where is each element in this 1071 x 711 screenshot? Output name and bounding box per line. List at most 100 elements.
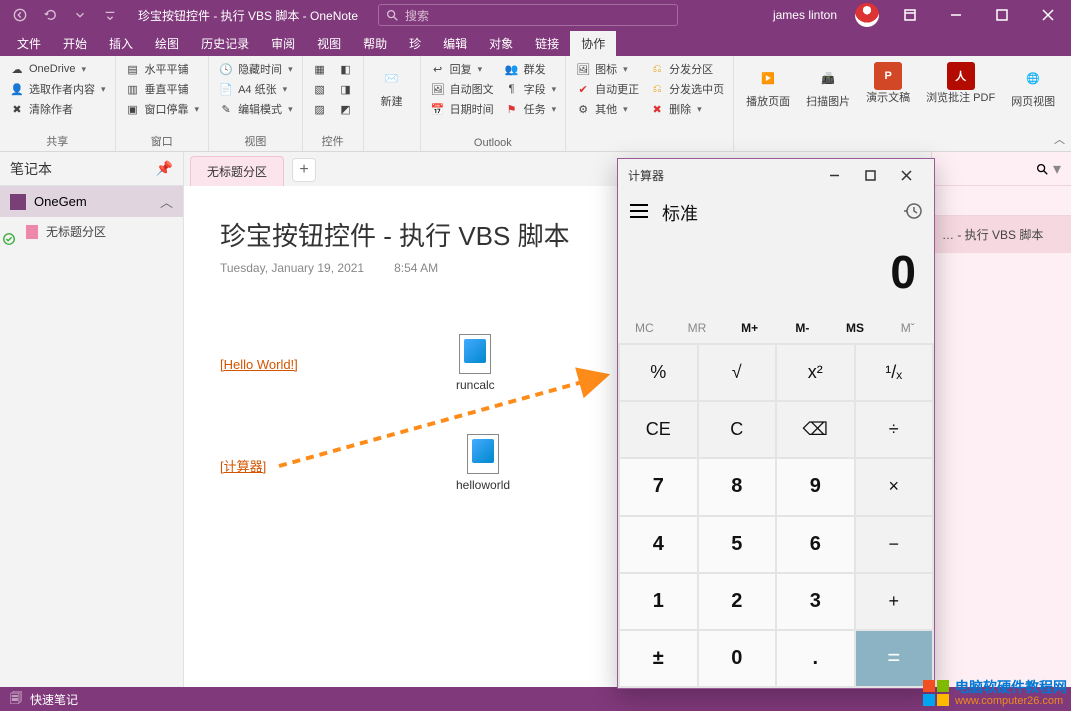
menu-object[interactable]: 对象	[478, 31, 524, 56]
ribbon-edit-mode[interactable]: ✎编辑模式▾	[215, 100, 296, 118]
ribbon-autocorrect[interactable]: ✔自动更正	[572, 80, 642, 98]
calc-ce[interactable]: CE	[620, 402, 697, 457]
menu-help[interactable]: 帮助	[352, 31, 398, 56]
ribbon-autotext[interactable]: 🖼自动图文	[427, 80, 497, 98]
section-item[interactable]: 无标题分区	[0, 217, 183, 246]
ribbon-clear-author[interactable]: ✖清除作者	[6, 100, 109, 118]
quicknotes-icon[interactable]: 🗐	[10, 689, 22, 710]
hamburger-icon[interactable]	[630, 204, 648, 223]
page-time[interactable]: 8:54 AM	[394, 261, 438, 275]
add-page-row[interactable]	[932, 186, 1071, 216]
ribbon-tile-v[interactable]: ▥垂直平铺	[122, 80, 203, 98]
redo-dropdown[interactable]	[68, 3, 92, 27]
ribbon-ctl4[interactable]: ◧	[335, 60, 357, 78]
ribbon-webview[interactable]: 🌐网页视图	[1005, 60, 1061, 135]
calc-divide[interactable]: ÷	[856, 402, 933, 457]
calc-mminus[interactable]: M-	[776, 313, 829, 343]
menu-view[interactable]: 视图	[306, 31, 352, 56]
calc-dot[interactable]: .	[777, 631, 854, 686]
ribbon-mode-button[interactable]	[887, 0, 933, 30]
calc-mc[interactable]: MC	[618, 313, 671, 343]
menu-edit[interactable]: 编辑	[432, 31, 478, 56]
calc-7[interactable]: 7	[620, 459, 697, 514]
calc-2[interactable]: 2	[699, 574, 776, 629]
calc-plus[interactable]: +	[856, 574, 933, 629]
calc-minimize[interactable]	[816, 159, 852, 191]
calc-3[interactable]: 3	[777, 574, 854, 629]
menu-cooperate[interactable]: 协作	[570, 31, 616, 56]
ribbon-a4[interactable]: 📄A4 纸张▾	[215, 80, 296, 98]
calc-equals[interactable]: =	[856, 631, 933, 686]
ribbon-reply[interactable]: ↩回复▾	[427, 60, 497, 78]
calc-negate[interactable]: ±	[620, 631, 697, 686]
ribbon-collapse[interactable]: ︿	[1054, 131, 1065, 147]
ribbon-icon[interactable]: 🖼图标▾	[572, 60, 642, 78]
menu-draw[interactable]: 绘图	[144, 31, 190, 56]
calc-9[interactable]: 9	[777, 459, 854, 514]
notebook-item[interactable]: OneGem ︿	[0, 186, 183, 217]
calc-mlist[interactable]: Mˇ	[881, 313, 934, 343]
pin-icon[interactable]: 📌	[156, 160, 173, 177]
ribbon-select-author[interactable]: 👤选取作者内容▾	[6, 80, 109, 98]
ribbon-other[interactable]: ⚙其他▾	[572, 100, 642, 118]
ribbon-hide-time[interactable]: 🕓隐藏时间▾	[215, 60, 296, 78]
ribbon-datetime[interactable]: 📅日期时间	[427, 100, 497, 118]
ribbon-onedrive[interactable]: ☁OneDrive▾	[6, 60, 109, 78]
ribbon-ctl2[interactable]: ▧	[309, 80, 331, 98]
menu-insert[interactable]: 插入	[98, 31, 144, 56]
ribbon-play-page[interactable]: ▶️播放页面	[740, 60, 796, 135]
page-list-item[interactable]: … - 执行 VBS 脚本	[932, 216, 1071, 253]
calc-6[interactable]: 6	[777, 517, 854, 572]
back-button[interactable]	[8, 3, 32, 27]
calc-c[interactable]: C	[699, 402, 776, 457]
user-name[interactable]: james linton	[763, 8, 847, 22]
page-date[interactable]: Tuesday, January 19, 2021	[220, 261, 364, 275]
calc-percent[interactable]: %	[620, 345, 697, 400]
search-box[interactable]: 搜索	[378, 4, 678, 26]
calc-mr[interactable]: MR	[671, 313, 724, 343]
maximize-button[interactable]	[979, 0, 1025, 30]
link-helloworld[interactable]: [Hello World!]	[220, 357, 298, 372]
file-runcalc[interactable]: runcalc	[456, 334, 495, 392]
menu-review[interactable]: 审阅	[260, 31, 306, 56]
section-tab[interactable]: 无标题分区	[190, 156, 284, 186]
minimize-button[interactable]	[933, 0, 979, 30]
ribbon-task[interactable]: ⚑任务▾	[501, 100, 560, 118]
quicknotes-label[interactable]: 快速笔记	[30, 691, 78, 708]
calc-titlebar[interactable]: 计算器	[618, 159, 934, 191]
calc-mplus[interactable]: M+	[723, 313, 776, 343]
ribbon-delete[interactable]: ✖删除▾	[646, 100, 727, 118]
page-search[interactable]: ▾	[932, 152, 1071, 186]
calc-4[interactable]: 4	[620, 517, 697, 572]
ribbon-scan[interactable]: 📠扫描图片	[800, 60, 856, 135]
ribbon-new[interactable]: ✉️ 新建	[370, 60, 414, 135]
ribbon-ctl6[interactable]: ◩	[335, 100, 357, 118]
menu-home[interactable]: 开始	[52, 31, 98, 56]
calc-ms[interactable]: MS	[829, 313, 882, 343]
menu-history[interactable]: 历史记录	[190, 31, 260, 56]
history-icon[interactable]	[904, 202, 922, 225]
calc-minus[interactable]: −	[856, 517, 933, 572]
calc-1[interactable]: 1	[620, 574, 697, 629]
ribbon-ctl5[interactable]: ◨	[335, 80, 357, 98]
ribbon-field[interactable]: ¶字段▾	[501, 80, 560, 98]
menu-file[interactable]: 文件	[6, 31, 52, 56]
menu-link[interactable]: 链接	[524, 31, 570, 56]
calc-reciprocal[interactable]: ¹/ₓ	[856, 345, 933, 400]
ribbon-bulk[interactable]: 👥群发	[501, 60, 560, 78]
undo-button[interactable]	[38, 3, 62, 27]
ribbon-pdf[interactable]: 人浏览批注 PDF	[920, 60, 1001, 135]
ribbon-tile-h[interactable]: ▤水平平铺	[122, 60, 203, 78]
calc-close[interactable]	[888, 159, 924, 191]
close-button[interactable]	[1025, 0, 1071, 30]
file-helloworld[interactable]: helloworld	[456, 434, 510, 492]
calc-5[interactable]: 5	[699, 517, 776, 572]
calc-square[interactable]: x²	[777, 345, 854, 400]
link-calculator[interactable]: [计算器]	[220, 459, 266, 474]
calc-8[interactable]: 8	[699, 459, 776, 514]
ribbon-dist-page[interactable]: ⎌分发选中页	[646, 80, 727, 98]
add-section-button[interactable]: +	[292, 158, 316, 182]
ribbon-powerpoint[interactable]: P演示文稿	[860, 60, 916, 135]
calc-multiply[interactable]: ×	[856, 459, 933, 514]
ribbon-dist-section[interactable]: ⎌分发分区	[646, 60, 727, 78]
